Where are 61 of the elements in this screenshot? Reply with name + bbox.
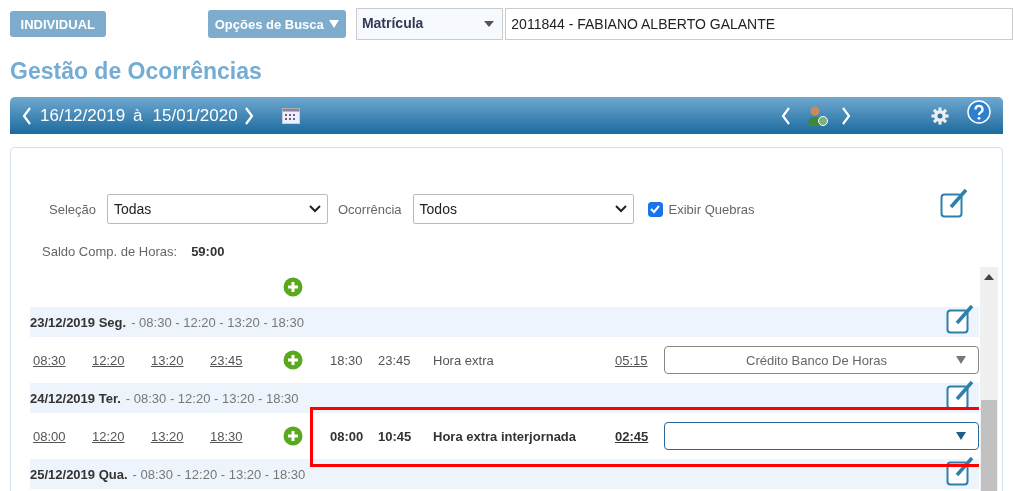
caret-icon: [484, 21, 495, 27]
key-select[interactable]: Matrícula: [355, 8, 504, 40]
calendar-icon[interactable]: [281, 107, 300, 124]
edit-icon[interactable]: [940, 188, 968, 218]
occurrence-end: 10:45: [378, 428, 413, 444]
checkbox[interactable]: [647, 201, 663, 217]
add-icon[interactable]: [283, 426, 303, 446]
next-icon[interactable]: [841, 106, 851, 125]
occurrence-end: 23:45: [378, 352, 412, 368]
scrollbar-thumb[interactable]: [981, 400, 997, 491]
day-date: 25/12/2019 Qua.: [30, 466, 128, 482]
selection-label: Seleção: [49, 201, 96, 217]
occurrence-select[interactable]: Todos: [412, 194, 634, 224]
day-date: 23/12/2019 Seg.: [30, 314, 127, 330]
caret-icon: [328, 19, 339, 29]
punch-time-link[interactable]: 12:20: [92, 428, 151, 444]
occurrence-start: 18:30: [330, 352, 364, 368]
occurrence-type: Hora extra: [433, 352, 495, 368]
occurrence-type: Hora extra interjornada: [433, 428, 578, 444]
help-icon[interactable]: [967, 99, 991, 124]
settings-icon[interactable]: [931, 106, 949, 125]
day-schedule: - 08:30 - 12:20 - 13:20 - 18:30: [125, 390, 299, 406]
end-date: 15/01/2020: [152, 105, 238, 126]
punch-time-link[interactable]: 12:20: [92, 352, 151, 368]
start-date: 16/12/2019: [40, 105, 126, 126]
duration-link[interactable]: 02:45: [615, 428, 664, 444]
add-icon[interactable]: [283, 350, 303, 370]
day-schedule: - 08:30 - 12:20 - 13:20 - 18:30: [132, 466, 306, 482]
next-icon[interactable]: [243, 106, 254, 125]
edit-icon[interactable]: [946, 456, 974, 486]
balance-value: 59:00: [191, 243, 225, 259]
date-separator: à: [133, 105, 143, 126]
person-icon[interactable]: [807, 104, 829, 127]
chevron-down-icon: [309, 205, 321, 213]
balance-label: Saldo Comp. de Horas:: [42, 243, 178, 259]
page-title: Gestão de Ocorrências: [10, 57, 263, 85]
punch-time-link[interactable]: 13:20: [151, 428, 210, 444]
punch-time-link[interactable]: 18:30: [210, 428, 269, 444]
punch-time-link[interactable]: 23:45: [210, 352, 269, 368]
employee-field[interactable]: 2011844 - FABIANO ALBERTO GALANTE: [505, 8, 1013, 40]
punch-time-link[interactable]: 13:20: [151, 352, 210, 368]
day-date: 24/12/2019 Ter.: [30, 390, 121, 406]
action-select[interactable]: [664, 422, 979, 450]
chevron-down-icon: [614, 205, 627, 213]
selection-select[interactable]: Todas: [107, 194, 328, 224]
duration-link[interactable]: 05:15: [615, 352, 664, 368]
checkbox-label: Exibir Quebras: [668, 201, 755, 217]
day-schedule: - 08:30 - 12:20 - 13:20 - 18:30: [131, 314, 304, 330]
previous-icon[interactable]: [22, 106, 32, 125]
previous-icon[interactable]: [781, 106, 791, 125]
caret-icon: [956, 432, 966, 440]
edit-icon[interactable]: [946, 380, 974, 410]
add-icon[interactable]: [283, 277, 303, 297]
scroll-up-icon[interactable]: [984, 274, 994, 280]
punch-time-link[interactable]: 08:00: [33, 428, 92, 444]
caret-icon: [956, 356, 966, 364]
occurrence-start: 08:00: [330, 428, 365, 444]
occurrence-label: Ocorrência: [338, 201, 402, 217]
edit-icon[interactable]: [946, 304, 974, 334]
action-select[interactable]: Crédito Banco De Horas: [664, 346, 979, 374]
punch-time-link[interactable]: 08:30: [33, 352, 92, 368]
